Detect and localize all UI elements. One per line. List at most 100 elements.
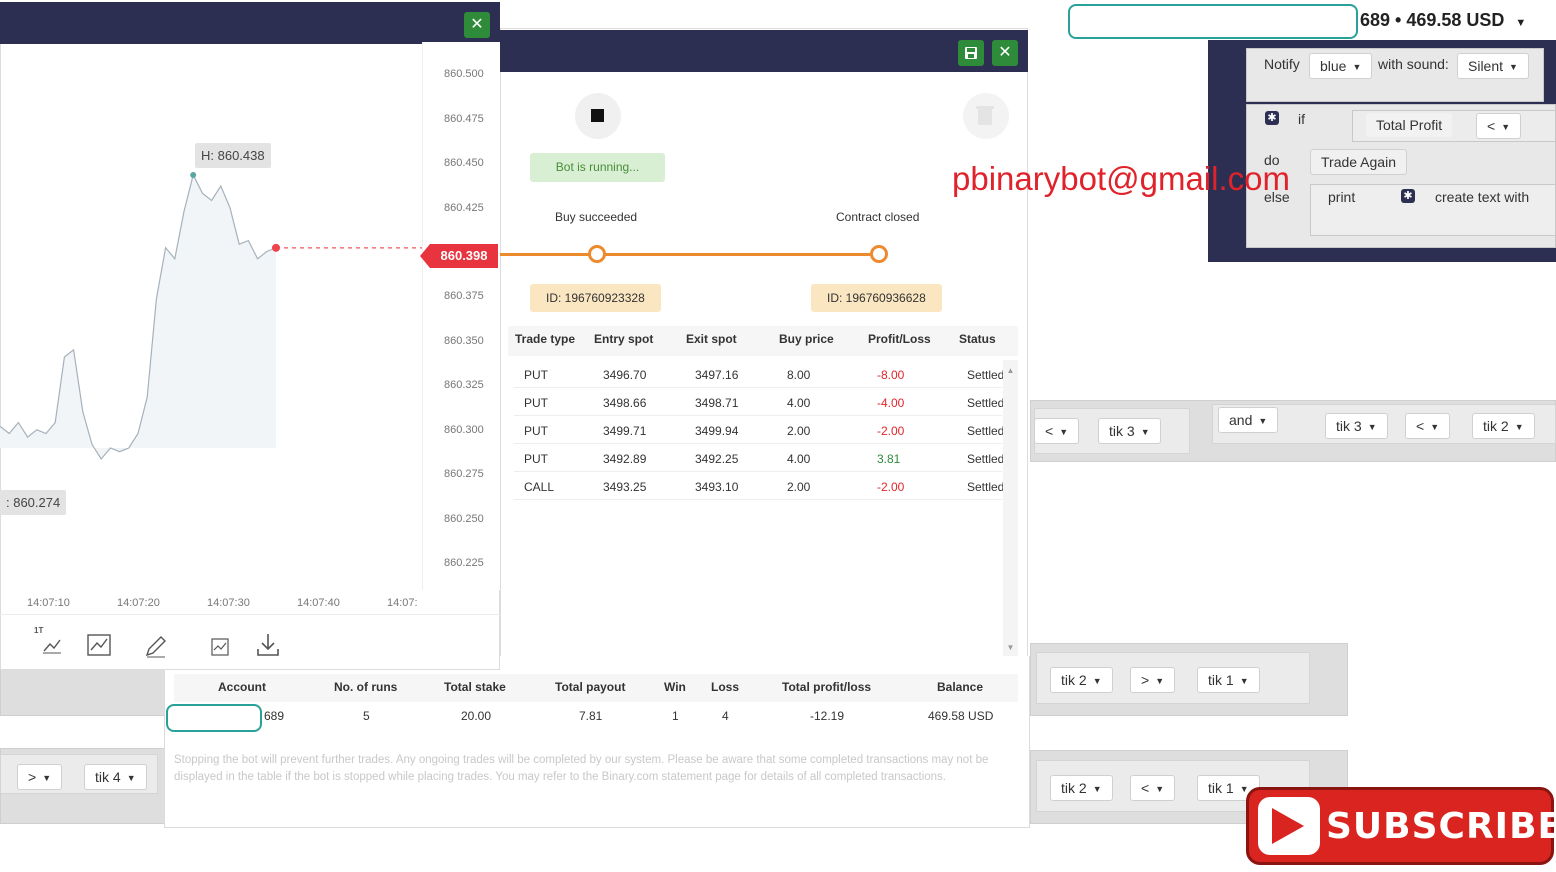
notify-label: Notify xyxy=(1264,56,1300,72)
sum-loss: 4 xyxy=(722,709,729,723)
account-balance-dropdown[interactable]: 689 • 469.58 USD ▼ xyxy=(1360,10,1526,31)
notify-color-dropdown[interactable]: blue ▼ xyxy=(1309,53,1373,79)
sum-col-win: Win xyxy=(664,680,686,694)
variable-dropdown[interactable]: tik 3 ▼ xyxy=(1098,418,1161,444)
account-balance-label: 689 • 469.58 USD xyxy=(1360,10,1505,30)
scroll-down-icon[interactable]: ▼ xyxy=(1003,643,1018,652)
table-row[interactable]: PUT 3492.89 3492.25 4.00 3.81 Settled xyxy=(514,444,1003,472)
price-tick: 860.475 xyxy=(444,113,484,125)
price-tick: 860.500 xyxy=(444,68,484,80)
with-sound-label: with sound: xyxy=(1378,56,1449,72)
if-label: if xyxy=(1298,111,1305,127)
subscribe-label: SUBSCRIBE xyxy=(1326,806,1556,847)
variable-dropdown[interactable]: tik 2 ▼ xyxy=(1050,775,1113,801)
buy-contract-id[interactable]: ID: 196760923328 xyxy=(530,284,661,312)
time-tick: 14:07:30 xyxy=(207,597,250,609)
trade-again-block[interactable]: Trade Again xyxy=(1310,149,1407,175)
col-exit-spot: Exit spot xyxy=(686,332,737,346)
stop-icon xyxy=(591,109,604,122)
step-closed-label: Contract closed xyxy=(836,210,920,224)
sum-stake: 20.00 xyxy=(461,709,492,723)
save-icon[interactable] xyxy=(958,40,984,66)
time-tick: 14:07:20 xyxy=(117,597,160,609)
low-label: : 860.274 xyxy=(0,490,67,515)
close-icon[interactable]: ✕ xyxy=(992,40,1018,66)
price-tick: 860.250 xyxy=(444,513,484,525)
chart-header[interactable] xyxy=(0,2,500,44)
col-buy-price: Buy price xyxy=(779,332,834,346)
toolbar-divider xyxy=(0,614,500,615)
sum-payout: 7.81 xyxy=(579,709,603,723)
play-icon xyxy=(1272,808,1304,844)
sell-contract-id[interactable]: ID: 196760936628 xyxy=(811,284,942,312)
condition-strip xyxy=(0,668,166,716)
price-tick: 860.300 xyxy=(444,424,484,436)
sum-col-loss: Loss xyxy=(711,680,740,694)
progress-dot xyxy=(870,245,888,263)
col-profit-loss: Profit/Loss xyxy=(868,332,931,346)
operator-dropdown[interactable]: < ▼ xyxy=(1130,775,1176,801)
logic-dropdown[interactable]: and ▼ xyxy=(1218,407,1279,433)
account-search-input[interactable] xyxy=(1068,4,1358,39)
compare-operator-dropdown[interactable]: < ▼ xyxy=(1476,113,1522,139)
clear-stats-button[interactable] xyxy=(963,93,1009,139)
sum-profit: -12.19 xyxy=(810,709,845,723)
current-price-flag: 860.398 xyxy=(420,244,498,268)
summary-account-highlight xyxy=(166,704,262,732)
col-status: Status xyxy=(959,332,996,346)
transactions-table-body[interactable]: PUT 3496.70 3497.16 8.00 -8.00 Settled P… xyxy=(508,358,1003,656)
time-tick: 14:07:10 xyxy=(27,597,70,609)
timeframe-label: 1T xyxy=(34,626,44,635)
operator-dropdown[interactable]: < ▼ xyxy=(1034,418,1080,444)
sound-dropdown[interactable]: Silent ▼ xyxy=(1457,53,1529,79)
chevron-down-icon: ▼ xyxy=(1515,17,1527,29)
high-marker xyxy=(190,172,197,179)
chart-type-icon[interactable] xyxy=(42,636,62,654)
close-icon[interactable]: ✕ xyxy=(464,12,490,38)
table-row[interactable]: PUT 3499.71 3499.94 2.00 -2.00 Settled xyxy=(514,416,1003,444)
table-header xyxy=(508,326,1018,356)
variable-dropdown[interactable]: tik 2 ▼ xyxy=(1050,667,1113,693)
table-row[interactable]: PUT 3496.70 3497.16 8.00 -8.00 Settled xyxy=(514,360,1003,388)
price-tick: 860.375 xyxy=(444,290,484,302)
contract-progress-line xyxy=(500,253,880,256)
table-row[interactable]: CALL 3493.25 3493.10 2.00 -2.00 Settled xyxy=(514,472,1003,500)
indicators-icon[interactable] xyxy=(87,634,111,656)
total-profit-block[interactable]: Total Profit xyxy=(1366,113,1453,137)
bot-status-badge: Bot is running... xyxy=(530,153,665,182)
price-tick: 860.450 xyxy=(444,157,484,169)
table-row[interactable]: PUT 3498.66 3498.71 4.00 -4.00 Settled xyxy=(514,388,1003,416)
table-scrollbar[interactable]: ▲ ▼ xyxy=(1003,360,1018,656)
bot-run-header[interactable] xyxy=(500,30,1028,72)
operator-dropdown[interactable]: < ▼ xyxy=(1405,413,1451,439)
col-entry-spot: Entry spot xyxy=(594,332,654,346)
sum-col-account: Account xyxy=(218,680,266,694)
create-text-label: create text with xyxy=(1435,189,1530,205)
gear-icon[interactable]: ✱ xyxy=(1401,189,1415,203)
download-icon[interactable] xyxy=(256,632,280,658)
variable-dropdown[interactable]: tik 4 ▼ xyxy=(84,764,147,790)
scroll-up-icon[interactable]: ▲ xyxy=(1003,366,1018,375)
variable-dropdown[interactable]: tik 1 ▼ xyxy=(1197,667,1260,693)
price-tick: 860.325 xyxy=(444,379,484,391)
time-tick: 14:07: xyxy=(387,597,418,609)
drawing-tools-icon[interactable] xyxy=(144,634,168,658)
price-tick: 860.350 xyxy=(444,335,484,347)
gear-icon[interactable]: ✱ xyxy=(1265,111,1279,125)
disclaimer-text: Stopping the bot will prevent further tr… xyxy=(174,754,989,783)
time-tick: 14:07:40 xyxy=(297,597,340,609)
operator-dropdown[interactable]: > ▼ xyxy=(17,764,63,790)
price-tick: 860.425 xyxy=(444,202,484,214)
templates-icon[interactable] xyxy=(211,638,229,656)
col-trade-type: Trade type xyxy=(515,332,576,346)
variable-dropdown[interactable]: tik 3 ▼ xyxy=(1325,413,1388,439)
blockly-event-block-footer xyxy=(1208,252,1533,262)
progress-dot xyxy=(588,245,606,263)
price-tick: 860.225 xyxy=(444,557,484,569)
sum-col-runs: No. of runs xyxy=(334,680,398,694)
print-label: print xyxy=(1328,189,1356,205)
sum-col-balance: Balance xyxy=(937,680,984,694)
variable-dropdown[interactable]: tik 2 ▼ xyxy=(1472,413,1535,439)
price-tick: 860.275 xyxy=(444,468,484,480)
operator-dropdown[interactable]: > ▼ xyxy=(1130,667,1176,693)
